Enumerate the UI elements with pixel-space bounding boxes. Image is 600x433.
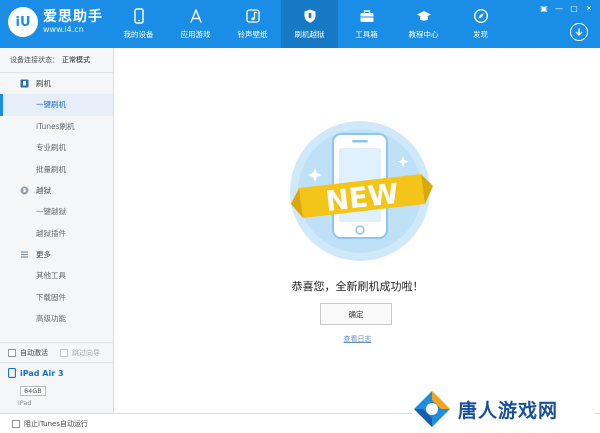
nav-label: 发现 (473, 30, 488, 39)
device-capacity: 64GB (20, 386, 46, 396)
watermark-text: 唐人游戏网 (458, 399, 559, 422)
checkbox-label: 阻止iTunes自动运行 (24, 419, 88, 428)
sidebar-item-onekey-jailbreak[interactable]: 一键越狱 (0, 201, 113, 223)
main-nav: 我的设备 应用游戏 铃声壁纸 刷机越狱 工具箱 教程中心 发现 (110, 0, 509, 48)
logo-mark: iU (8, 7, 38, 37)
music-icon (245, 9, 260, 23)
checkbox-box (12, 419, 20, 428)
status-value: 正常模式 (62, 56, 90, 64)
group-flash: 刷机 (0, 73, 113, 94)
nav-tutorials[interactable]: 教程中心 (395, 0, 452, 48)
tablet-icon (8, 368, 16, 378)
sidebar-item-other-tools[interactable]: 其他工具 (0, 265, 113, 287)
checkbox-box (60, 348, 68, 357)
compass-icon (473, 8, 488, 24)
app-logo: iU 爱思助手 www.i4.cn (8, 7, 103, 37)
top-bar: iU 爱思助手 www.i4.cn 我的设备 应用游戏 铃声壁纸 刷机越狱 工具… (0, 0, 600, 48)
sidebar-item-download-firmware[interactable]: 下载固件 (0, 287, 113, 309)
app-name: 爱思助手 (43, 9, 103, 25)
view-log-link[interactable]: 查看日志 (115, 334, 600, 344)
phone-icon (133, 8, 144, 24)
maximize-button[interactable]: ▢ (569, 3, 579, 13)
sidebar-options: 自动激活 跳过向导 (0, 342, 113, 362)
sidebar-item-pro-flash[interactable]: 专业刷机 (0, 137, 113, 159)
menu-icon (20, 250, 29, 259)
nav-flash-jailbreak[interactable]: 刷机越狱 (281, 0, 338, 48)
watermark: 唐人游戏网 (412, 389, 594, 429)
jailbreak-icon (20, 186, 29, 195)
window-controls: ▣ — ▢ ✕ (539, 3, 594, 13)
arrow-down-icon (575, 28, 583, 36)
sidebar: 设备连接状态： 正常模式 刷机 一键刷机 iTunes刷机 专业刷机 批量刷机 … (0, 48, 114, 413)
skin-button[interactable]: ▣ (539, 3, 549, 13)
group-label: 刷机 (36, 79, 51, 88)
nav-my-device[interactable]: 我的设备 (110, 0, 167, 48)
flash-icon (20, 79, 29, 88)
sidebar-item-batch-flash[interactable]: 批量刷机 (0, 159, 113, 181)
sidebar-item-advanced[interactable]: 高级功能 (0, 308, 113, 330)
skip-guide-checkbox[interactable]: 跳过向导 (60, 348, 100, 358)
nav-ringtones-wallpapers[interactable]: 铃声壁纸 (224, 0, 281, 48)
download-button[interactable] (570, 23, 588, 41)
main-content: NEW 恭喜您，全新刷机成功啦！ 确定 查看日志 (115, 48, 600, 413)
device-panel: iPad Air 3 64GB iPad (0, 362, 113, 413)
auto-activate-checkbox[interactable]: 自动激活 (8, 348, 48, 358)
minimize-button[interactable]: — (554, 3, 564, 13)
app-store-icon (189, 9, 202, 23)
toolbox-icon (360, 10, 373, 22)
app-window: iU 爱思助手 www.i4.cn 我的设备 应用游戏 铃声壁纸 刷机越狱 工具… (0, 0, 600, 433)
checkbox-box (8, 348, 16, 357)
checkbox-label: 自动激活 (20, 348, 48, 357)
nav-apps-games[interactable]: 应用游戏 (167, 0, 224, 48)
watermark-logo-icon (414, 391, 450, 427)
shield-icon (304, 9, 315, 23)
device-name: iPad Air 3 (20, 368, 64, 378)
nav-label: 应用游戏 (180, 30, 211, 39)
ok-button[interactable]: 确定 (320, 303, 392, 325)
nav-label: 教程中心 (408, 30, 439, 39)
group-jailbreak: 越狱 (0, 180, 113, 201)
app-url: www.i4.cn (43, 25, 84, 34)
nav-label: 我的设备 (123, 30, 154, 39)
sidebar-item-itunes-flash[interactable]: iTunes刷机 (0, 116, 113, 138)
success-illustration: NEW (290, 121, 433, 261)
group-label: 更多 (36, 250, 51, 259)
checkbox-label: 跳过向导 (72, 348, 100, 357)
group-label: 越狱 (36, 186, 51, 195)
close-button[interactable]: ✕ (584, 3, 594, 13)
graduation-cap-icon (416, 11, 431, 21)
nav-toolbox[interactable]: 工具箱 (338, 0, 395, 48)
group-more: 更多 (0, 244, 113, 265)
connection-status: 设备连接状态： 正常模式 (0, 48, 113, 73)
nav-label: 刷机越狱 (294, 30, 325, 39)
device-type: iPad (18, 399, 32, 407)
status-label: 设备连接状态： (10, 56, 59, 64)
sidebar-item-jailbreak-plugins[interactable]: 越狱插件 (0, 223, 113, 245)
nav-label: 工具箱 (355, 30, 378, 39)
nav-discover[interactable]: 发现 (452, 0, 509, 48)
sidebar-item-onekey-flash[interactable]: 一键刷机 (0, 94, 113, 116)
block-itunes-checkbox[interactable]: 阻止iTunes自动运行 (12, 419, 88, 429)
nav-label: 铃声壁纸 (237, 30, 268, 39)
success-message: 恭喜您，全新刷机成功啦！ (291, 280, 424, 293)
